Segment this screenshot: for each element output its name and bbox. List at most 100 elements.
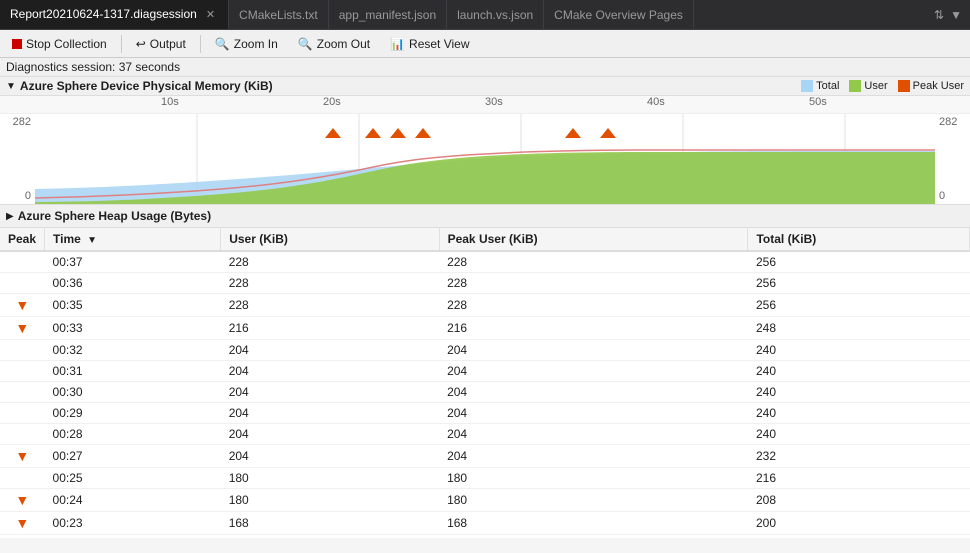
table-row[interactable]: ▼00:24180180208 — [0, 489, 970, 512]
cell-time: 00:29 — [45, 403, 221, 424]
col-header-total[interactable]: Total (KiB) — [748, 228, 970, 251]
table-row[interactable]: 00:29204204240 — [0, 403, 970, 424]
chart-title: ▼ Azure Sphere Device Physical Memory (K… — [6, 79, 273, 93]
legend-peak-user: Peak User — [898, 80, 964, 92]
cell-time: 00:22 — [45, 535, 221, 539]
cell-time: 00:23 — [45, 512, 221, 535]
cell-user: 180 — [221, 489, 439, 512]
tab-cmake[interactable]: CMakeLists.txt — [229, 0, 329, 29]
cell-user: 228 — [221, 294, 439, 317]
table-row[interactable]: 00:36228228256 — [0, 273, 970, 294]
cell-user: 204 — [221, 403, 439, 424]
tab-sort-icon[interactable]: ⇅ — [934, 8, 944, 22]
cell-peak — [0, 382, 45, 403]
y-min-left: 0 — [4, 190, 31, 202]
cell-total: 240 — [748, 403, 970, 424]
tab-launch-label: launch.vs.json — [457, 8, 533, 22]
chart-collapse-icon[interactable]: ▼ — [6, 81, 16, 92]
cell-total: 240 — [748, 361, 970, 382]
cell-peak-user: 204 — [439, 361, 748, 382]
stop-collection-button[interactable]: Stop Collection — [4, 35, 115, 53]
data-table-container[interactable]: Peak Time ▼ User (KiB) Peak User (KiB) T… — [0, 228, 970, 538]
tab-launch[interactable]: launch.vs.json — [447, 0, 544, 29]
zoom-out-button[interactable]: 🔍 Zoom Out — [290, 35, 378, 53]
cell-peak-user: 180 — [439, 468, 748, 489]
status-bar: Diagnostics session: 37 seconds — [0, 58, 970, 77]
legend-peak-user-label: Peak User — [913, 80, 964, 92]
tab-cmake-overview-label: CMake Overview Pages — [554, 8, 683, 22]
cell-total: 216 — [748, 468, 970, 489]
table-row[interactable]: 00:31204204240 — [0, 361, 970, 382]
cell-peak-user: 216 — [439, 317, 748, 340]
tab-app-manifest[interactable]: app_manifest.json — [329, 0, 447, 29]
col-peak-label: Peak — [8, 232, 36, 246]
col-user-label: User (KiB) — [229, 232, 288, 246]
table-row[interactable]: 00:25180180216 — [0, 468, 970, 489]
y-max-left: 282 — [4, 116, 31, 128]
col-header-peak-user[interactable]: Peak User (KiB) — [439, 228, 748, 251]
y-axis-left: 282 0 — [0, 114, 35, 204]
col-header-user[interactable]: User (KiB) — [221, 228, 439, 251]
tab-report-close[interactable]: ✕ — [203, 7, 218, 22]
chart-header: ▼ Azure Sphere Device Physical Memory (K… — [0, 77, 970, 96]
cell-time: 00:36 — [45, 273, 221, 294]
legend-user-dot — [849, 80, 861, 92]
cell-user: 228 — [221, 251, 439, 273]
col-peak-user-label: Peak User (KiB) — [448, 232, 538, 246]
cell-time: 00:27 — [45, 445, 221, 468]
cell-user: 156 — [221, 535, 439, 539]
zoom-out-icon: 🔍 — [298, 37, 313, 51]
table-row[interactable]: ▼00:23168168200 — [0, 512, 970, 535]
chart-legend: Total User Peak User — [801, 80, 964, 92]
peak-marker-icon: ▼ — [15, 492, 29, 508]
cell-total: 232 — [748, 445, 970, 468]
col-header-time[interactable]: Time ▼ — [45, 228, 221, 251]
table-row[interactable]: 00:22156156192 — [0, 535, 970, 539]
output-icon: ↩ — [136, 37, 146, 51]
chart-inner — [35, 114, 935, 204]
cell-peak — [0, 403, 45, 424]
legend-total: Total — [801, 80, 839, 92]
table-row[interactable]: 00:30204204240 — [0, 382, 970, 403]
table-row[interactable]: 00:32204204240 — [0, 340, 970, 361]
table-row[interactable]: ▼00:33216216248 — [0, 317, 970, 340]
cell-peak-user: 204 — [439, 424, 748, 445]
time-label-20s: 20s — [323, 96, 341, 108]
time-label-30s: 30s — [485, 96, 503, 108]
heap-collapse-icon[interactable]: ▶ — [6, 211, 14, 222]
tab-cmake-label: CMakeLists.txt — [239, 8, 318, 22]
table-row[interactable]: ▼00:27204204232 — [0, 445, 970, 468]
cell-peak — [0, 340, 45, 361]
tab-bar: Report20210624-1317.diagsession ✕ CMakeL… — [0, 0, 970, 30]
status-text: Diagnostics session: 37 seconds — [6, 60, 180, 74]
table-row[interactable]: 00:28204204240 — [0, 424, 970, 445]
cell-peak-user: 228 — [439, 251, 748, 273]
heap-usage-section[interactable]: ▶ Azure Sphere Heap Usage (Bytes) — [0, 205, 970, 228]
table-row[interactable]: 00:37228228256 — [0, 251, 970, 273]
cell-time: 00:28 — [45, 424, 221, 445]
tab-app-manifest-label: app_manifest.json — [339, 8, 436, 22]
cell-peak: ▼ — [0, 317, 45, 340]
time-axis: 10s 20s 30s 40s 50s — [0, 96, 970, 114]
cell-time: 00:37 — [45, 251, 221, 273]
col-header-peak[interactable]: Peak — [0, 228, 45, 251]
cell-peak-user: 228 — [439, 273, 748, 294]
cell-peak-user: 204 — [439, 382, 748, 403]
cell-peak — [0, 535, 45, 539]
zoom-in-button[interactable]: 🔍 Zoom In — [207, 35, 286, 53]
table-row[interactable]: ▼00:35228228256 — [0, 294, 970, 317]
peak-marker-icon: ▼ — [15, 515, 29, 531]
tab-cmake-overview[interactable]: CMake Overview Pages — [544, 0, 694, 29]
tab-overflow-icon[interactable]: ▼ — [950, 8, 962, 22]
cell-peak-user: 204 — [439, 445, 748, 468]
tab-report[interactable]: Report20210624-1317.diagsession ✕ — [0, 0, 229, 29]
cell-peak — [0, 424, 45, 445]
output-button[interactable]: ↩ Output — [128, 35, 194, 53]
reset-view-button[interactable]: 📊 Reset View — [382, 35, 477, 53]
cell-total: 248 — [748, 317, 970, 340]
table-header-row: Peak Time ▼ User (KiB) Peak User (KiB) T… — [0, 228, 970, 251]
zoom-out-label: Zoom Out — [317, 37, 370, 51]
time-label-40s: 40s — [647, 96, 665, 108]
toolbar-separator-2 — [200, 35, 201, 53]
cell-time: 00:32 — [45, 340, 221, 361]
